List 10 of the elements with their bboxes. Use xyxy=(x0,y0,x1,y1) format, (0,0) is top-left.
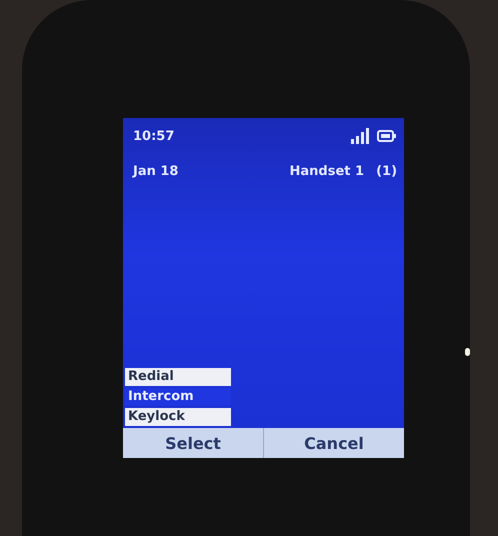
handset-name: Handset 1 xyxy=(290,164,364,179)
menu-item[interactable]: Keylock xyxy=(125,408,231,426)
signal-icon xyxy=(351,128,372,144)
date-label: Jan 18 xyxy=(133,164,178,179)
menu-item[interactable]: Redial xyxy=(125,368,231,386)
handset-count: (1) xyxy=(376,164,398,179)
battery-icon xyxy=(377,130,398,142)
menu-item[interactable]: Intercom xyxy=(125,388,231,406)
clock-time: 10:57 xyxy=(133,128,174,144)
indicator-light xyxy=(465,348,470,356)
